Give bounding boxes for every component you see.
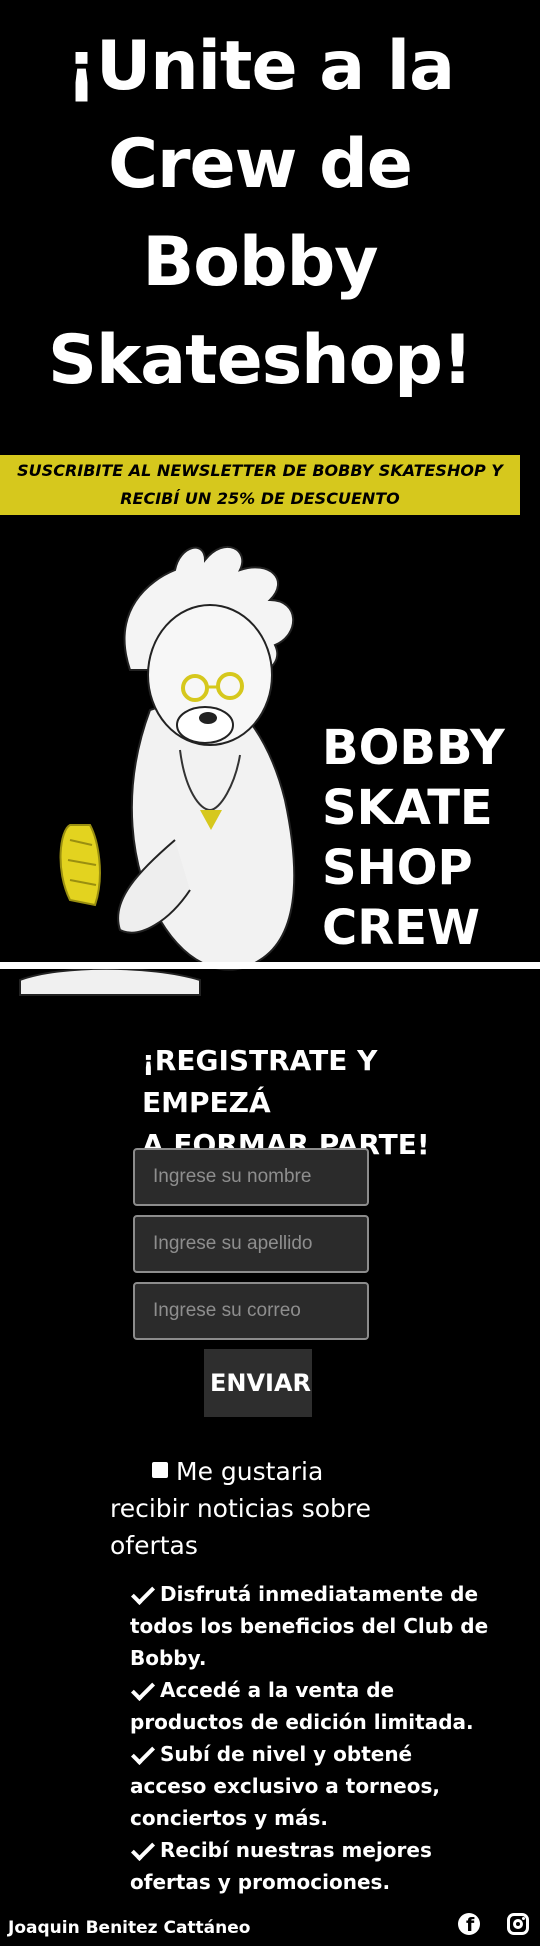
crew-logo-line: SHOP <box>322 840 473 896</box>
hero-title-line: Skateshop! <box>48 321 473 400</box>
benefits-list: Disfrutá inmediatamente de todos los ben… <box>130 1578 490 1898</box>
hero-title-line: ¡Unite a la <box>65 27 455 106</box>
name-input[interactable] <box>133 1148 369 1206</box>
benefit-item: Disfrutá inmediatamente de todos los ben… <box>130 1578 490 1674</box>
crew-logo-text: BOBBY SKATE SHOP CREW <box>322 718 532 958</box>
submit-button[interactable]: ENVIAR <box>204 1349 312 1417</box>
hero-title-line: Crew de <box>108 125 413 204</box>
section-divider <box>0 962 540 969</box>
email-input[interactable] <box>133 1282 369 1340</box>
optin-checkbox[interactable] <box>152 1462 168 1478</box>
benefit-item: Accedé a la venta de productos de edició… <box>130 1674 490 1738</box>
hero-title-line: Bobby <box>142 223 378 302</box>
benefit-text: Recibí nuestras mejores ofertas y promoc… <box>130 1838 432 1894</box>
crew-logo-line: SKATE <box>322 780 493 836</box>
benefit-item: Recibí nuestras mejores ofertas y promoc… <box>130 1834 490 1898</box>
instagram-icon[interactable] <box>507 1913 529 1935</box>
benefit-text: Disfrutá inmediatamente de todos los ben… <box>130 1582 489 1670</box>
hero-title: ¡Unite a la Crew de Bobby Skateshop! <box>0 18 520 410</box>
newsletter-optin: Me gustaria recibir noticias sobre ofert… <box>110 1453 390 1564</box>
page: ¡Unite a la Crew de Bobby Skateshop! SUS… <box>0 0 540 1946</box>
crew-logo-line: CREW <box>322 900 480 956</box>
discount-banner: SUSCRIBITE AL NEWSLETTER DE BOBBY SKATES… <box>0 455 520 515</box>
banner-line: SUSCRIBITE AL NEWSLETTER DE BOBBY SKATES… <box>17 461 503 480</box>
facebook-icon[interactable]: f <box>458 1913 480 1936</box>
lastname-input[interactable] <box>133 1215 369 1273</box>
optin-label: Me gustaria recibir noticias sobre ofert… <box>110 1457 372 1560</box>
check-icon <box>130 1676 156 1701</box>
benefit-text: Accedé a la venta de productos de edició… <box>130 1678 474 1734</box>
benefit-item: Subí de nivel y obtené acceso exclusivo … <box>130 1738 490 1834</box>
check-icon <box>130 1836 156 1861</box>
banner-line: RECIBÍ UN 25% DE DESCUENTO <box>120 489 400 508</box>
crew-logo-line: BOBBY <box>322 720 505 776</box>
check-icon <box>130 1580 156 1605</box>
footer-author: Joaquin Benitez Cattáneo <box>8 1918 251 1938</box>
check-icon <box>130 1740 156 1765</box>
register-title-line: ¡REGISTRATE Y EMPEZÁ <box>142 1044 378 1119</box>
benefit-text: Subí de nivel y obtené acceso exclusivo … <box>130 1742 440 1830</box>
